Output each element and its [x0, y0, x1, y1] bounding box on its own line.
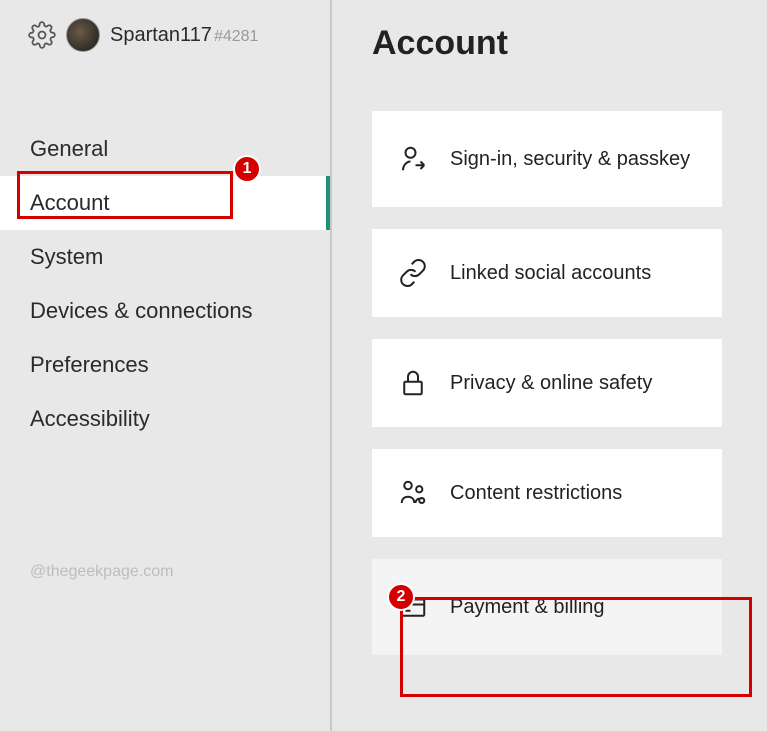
family-icon	[398, 478, 428, 508]
card-label: Privacy & online safety	[450, 370, 672, 396]
nav-label: General	[30, 136, 108, 161]
page-title: Account	[372, 24, 753, 63]
nav-item-accessibility[interactable]: Accessibility	[0, 392, 330, 446]
nav-label: Accessibility	[30, 406, 150, 431]
settings-nav: General Account System Devices & connect…	[0, 122, 330, 446]
card-label: Linked social accounts	[450, 260, 671, 286]
card-signin-security[interactable]: Sign-in, security & passkey	[372, 111, 722, 207]
watermark: @thegeekpage.com	[30, 563, 173, 581]
card-payment-billing[interactable]: Payment & billing	[372, 559, 722, 655]
avatar	[66, 18, 100, 52]
nav-item-preferences[interactable]: Preferences	[0, 338, 330, 392]
card-icon	[398, 592, 428, 622]
lock-icon	[398, 368, 428, 398]
card-label: Payment & billing	[450, 594, 625, 620]
gear-icon	[28, 21, 56, 49]
nav-item-devices[interactable]: Devices & connections	[0, 284, 330, 338]
card-content-restrictions[interactable]: Content restrictions	[372, 449, 722, 537]
nav-label: System	[30, 244, 103, 269]
main-content: Account Sign-in, security & passkey Link…	[332, 0, 767, 731]
nav-label: Preferences	[30, 352, 149, 377]
person-arrow-icon	[398, 144, 428, 174]
nav-item-general[interactable]: General	[0, 122, 330, 176]
card-label: Sign-in, security & passkey	[450, 146, 710, 172]
user-tag: #4281	[214, 28, 259, 45]
settings-sidebar: Spartan117#4281 General Account System D…	[0, 0, 332, 731]
card-privacy[interactable]: Privacy & online safety	[372, 339, 722, 427]
nav-label: Devices & connections	[30, 298, 253, 323]
nav-item-account[interactable]: Account	[0, 176, 330, 230]
profile-row: Spartan117#4281	[0, 18, 330, 52]
account-cards: Sign-in, security & passkey Linked socia…	[372, 111, 753, 655]
card-label: Content restrictions	[450, 480, 642, 506]
nav-label: Account	[30, 190, 110, 215]
username: Spartan117	[110, 24, 212, 46]
nav-item-system[interactable]: System	[0, 230, 330, 284]
card-linked-accounts[interactable]: Linked social accounts	[372, 229, 722, 317]
link-icon	[398, 258, 428, 288]
